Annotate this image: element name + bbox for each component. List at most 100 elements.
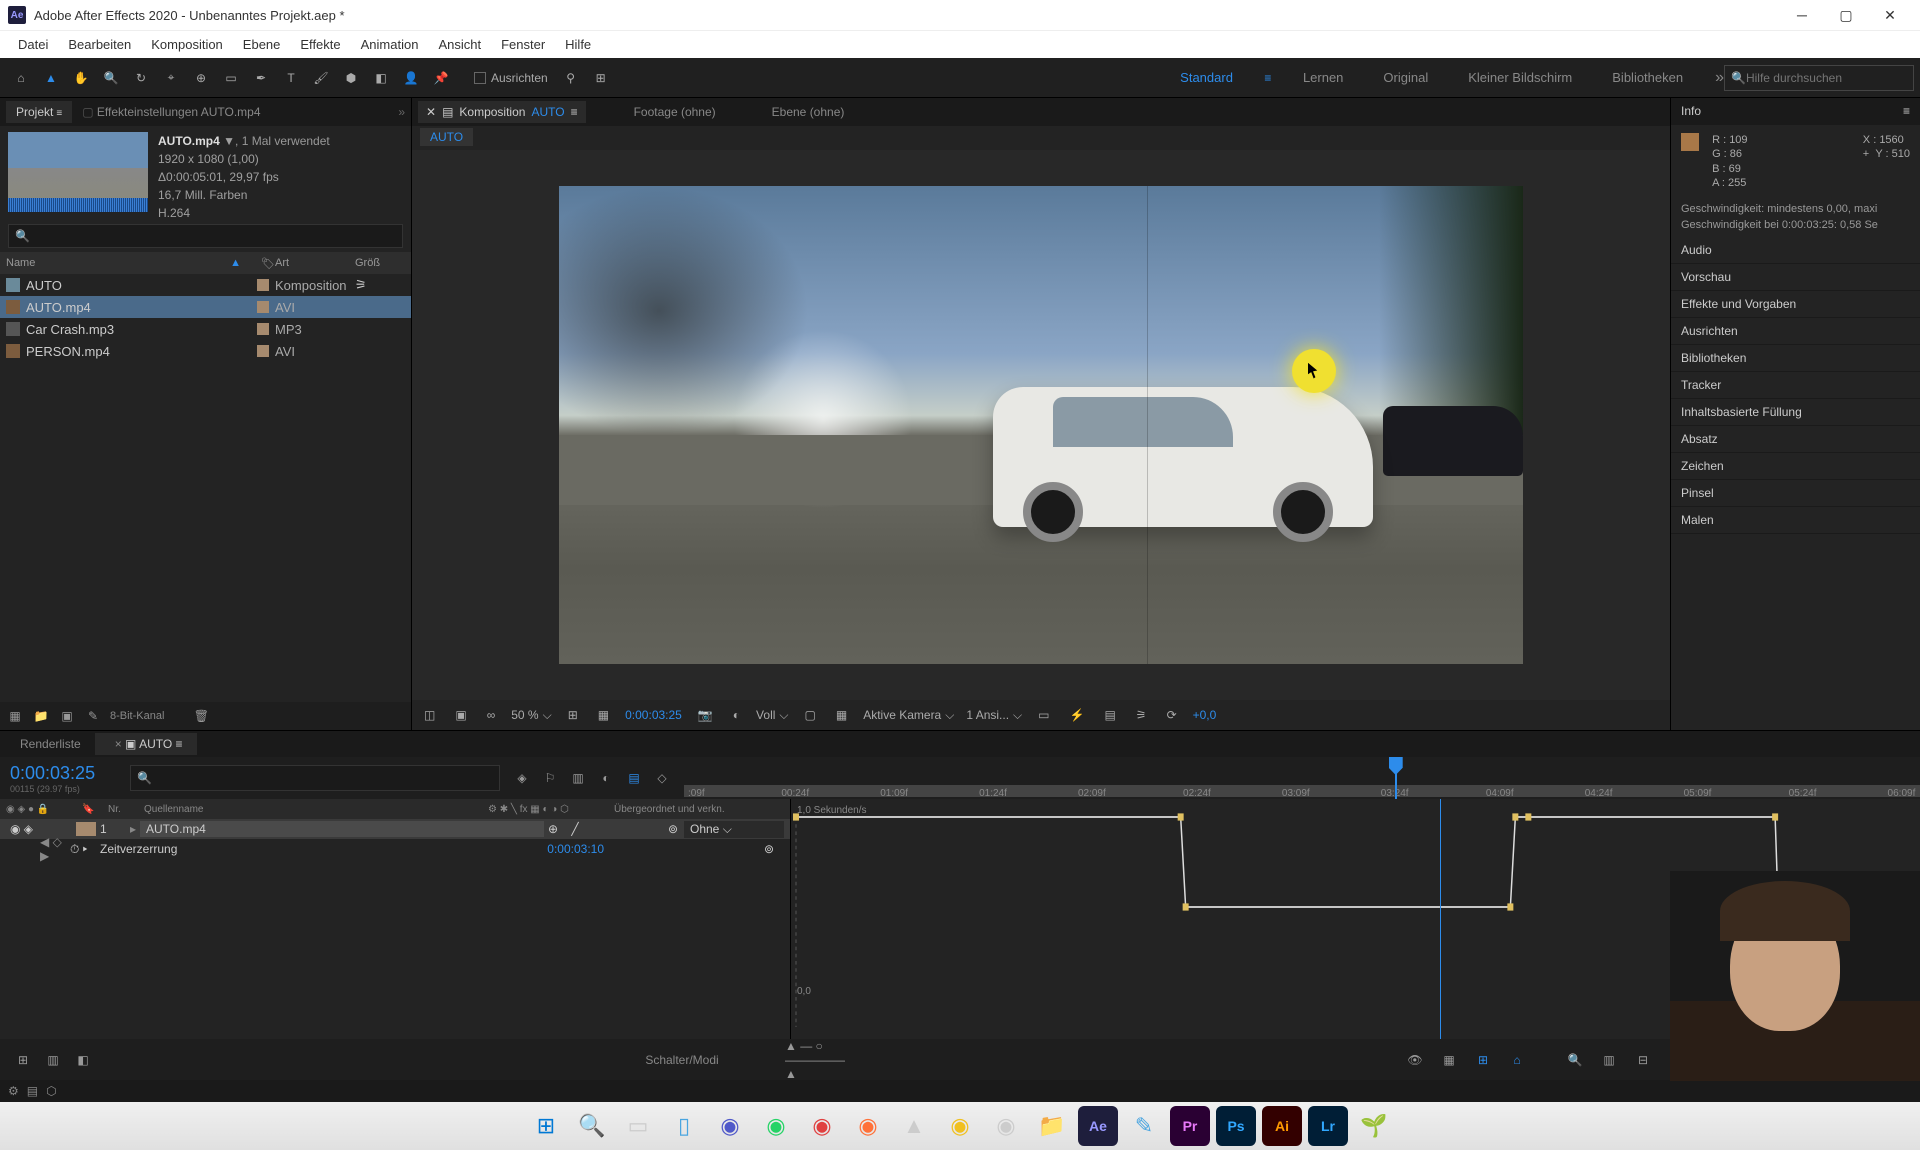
workspace-original[interactable]: Original bbox=[1369, 64, 1442, 91]
tab-renderliste[interactable]: Renderliste bbox=[6, 733, 95, 755]
menu-bearbeiten[interactable]: Bearbeiten bbox=[58, 33, 141, 56]
taskview-icon[interactable]: ▭ bbox=[618, 1106, 658, 1146]
eye-icon[interactable]: 👁 bbox=[1403, 1048, 1427, 1072]
stamp-tool[interactable]: ⬢ bbox=[338, 65, 364, 91]
workspace-menu-icon[interactable]: ≡ bbox=[1255, 65, 1281, 91]
hand-tool[interactable]: ✋ bbox=[68, 65, 94, 91]
timeline-search[interactable]: 🔍 bbox=[130, 765, 500, 791]
menu-hilfe[interactable]: Hilfe bbox=[555, 33, 601, 56]
comp-breadcrumb[interactable]: AUTO bbox=[420, 128, 473, 146]
views-select[interactable]: 1 Ansi... ⌵ bbox=[966, 708, 1022, 723]
sort-icon[interactable]: ▲ bbox=[230, 257, 241, 269]
transparency-icon[interactable]: ▦ bbox=[832, 706, 851, 724]
whatsapp-icon[interactable]: ◉ bbox=[756, 1106, 796, 1146]
resolution-select[interactable]: Voll ⌵ bbox=[756, 708, 788, 723]
mask-icon[interactable]: ▣ bbox=[451, 706, 470, 724]
camera-select[interactable]: Aktive Kamera ⌵ bbox=[863, 708, 954, 723]
status-clip-icon[interactable]: ▤ bbox=[27, 1084, 38, 1098]
menu-datei[interactable]: Datei bbox=[8, 33, 58, 56]
app-blue-icon[interactable]: ✎ bbox=[1124, 1106, 1164, 1146]
minimize-button[interactable]: ─ bbox=[1780, 0, 1824, 30]
info-panel-header[interactable]: Info≡ bbox=[1671, 98, 1920, 125]
list-item[interactable]: Car Crash.mp3MP3 bbox=[0, 318, 411, 340]
status-icon[interactable]: ⚙ bbox=[8, 1084, 19, 1098]
current-timecode[interactable]: 0:00:03:25 00115 (29.97 fps) bbox=[0, 763, 130, 794]
panel-menu-icon[interactable]: ≡ bbox=[1903, 104, 1910, 118]
autozoom-icon[interactable]: ⊞ bbox=[1471, 1048, 1495, 1072]
graph-editor-icon[interactable]: ▤ bbox=[624, 768, 644, 788]
brainstorm-icon[interactable]: ◇ bbox=[652, 768, 672, 788]
menu-animation[interactable]: Animation bbox=[351, 33, 429, 56]
tab-effekteinstellungen[interactable]: ▢ Effekteinstellungen AUTO.mp4 bbox=[72, 101, 270, 123]
selection-tool[interactable]: ▲ bbox=[38, 65, 64, 91]
close-button[interactable]: ✕ bbox=[1868, 0, 1912, 30]
snap-kf-icon[interactable]: ▦ bbox=[1437, 1048, 1461, 1072]
panel-bibliotheken[interactable]: Bibliotheken bbox=[1671, 345, 1920, 372]
orbit-tool[interactable]: ↻ bbox=[128, 65, 154, 91]
exposure-value[interactable]: +0,0 bbox=[1193, 708, 1217, 722]
tab-projekt[interactable]: Projekt≡ bbox=[6, 101, 72, 123]
property-value[interactable]: 0:00:03:10 bbox=[547, 842, 604, 856]
workspace-standard[interactable]: Standard bbox=[1166, 64, 1247, 91]
obs-icon[interactable]: ◉ bbox=[986, 1106, 1026, 1146]
brush-tool[interactable]: 🖌 bbox=[308, 65, 334, 91]
frame-blend-icon[interactable]: ▥ bbox=[568, 768, 588, 788]
taskbar-search-icon[interactable]: 🔍 bbox=[572, 1106, 612, 1146]
flowchart-icon[interactable]: ⚞ bbox=[355, 277, 405, 293]
graph-editor[interactable]: 1,0 Sekunden/s 0,0 bbox=[790, 799, 1920, 1039]
panel-zeichen[interactable]: Zeichen bbox=[1671, 453, 1920, 480]
edit-value-icon[interactable]: ⊟ bbox=[1631, 1048, 1655, 1072]
tab-close-icon[interactable]: × bbox=[115, 737, 122, 751]
menu-komposition[interactable]: Komposition bbox=[141, 33, 233, 56]
photoshop-icon[interactable]: Ps bbox=[1216, 1106, 1256, 1146]
toggle-switches-icon[interactable]: ⊞ bbox=[11, 1048, 35, 1072]
list-item[interactable]: PERSON.mp4AVI bbox=[0, 340, 411, 362]
after-effects-icon[interactable]: Ae bbox=[1078, 1106, 1118, 1146]
eraser-tool[interactable]: ◧ bbox=[368, 65, 394, 91]
workspace-kleiner[interactable]: Kleiner Bildschirm bbox=[1454, 64, 1586, 91]
list-item[interactable]: AUTOKomposition⚞ bbox=[0, 274, 411, 296]
viewer-timecode[interactable]: 0:00:03:25 bbox=[625, 708, 682, 722]
folder-icon[interactable]: 📁 bbox=[1032, 1106, 1072, 1146]
lightroom-icon[interactable]: Lr bbox=[1308, 1106, 1348, 1146]
roto-tool[interactable]: 👤 bbox=[398, 65, 424, 91]
composition-viewer[interactable] bbox=[559, 186, 1523, 664]
help-search-input[interactable] bbox=[1746, 71, 1907, 85]
grid-toggle-icon[interactable]: ⊞ bbox=[564, 706, 582, 724]
zoom-tool[interactable]: 🔍 bbox=[98, 65, 124, 91]
panel-absatz[interactable]: Absatz bbox=[1671, 426, 1920, 453]
rotate-tool[interactable]: ⌖ bbox=[158, 65, 184, 91]
menu-effekte[interactable]: Effekte bbox=[290, 33, 350, 56]
premiere-icon[interactable]: Pr bbox=[1170, 1106, 1210, 1146]
tab-footage[interactable]: Footage (ohne) bbox=[626, 101, 724, 123]
snap-icon[interactable]: ⚲ bbox=[558, 65, 584, 91]
roi-icon[interactable]: ▢ bbox=[801, 706, 820, 724]
panel-vorschau[interactable]: Vorschau bbox=[1671, 264, 1920, 291]
project-columns-header[interactable]: Name ▲ 🏷 Art Größ bbox=[0, 252, 411, 274]
app-red-icon[interactable]: ◉ bbox=[802, 1106, 842, 1146]
text-tool[interactable]: T bbox=[278, 65, 304, 91]
firefox-icon[interactable]: ◉ bbox=[848, 1106, 888, 1146]
flowchart2-icon[interactable]: ⚞ bbox=[1132, 706, 1151, 724]
sep-dim-icon[interactable]: ▥ bbox=[1597, 1048, 1621, 1072]
zoom-scroll[interactable]: ▲ — ○ ————— ▲ bbox=[803, 1048, 827, 1072]
panel-malen[interactable]: Malen bbox=[1671, 507, 1920, 534]
tab-menu-icon[interactable]: ≡ bbox=[571, 105, 578, 119]
3d-icon[interactable]: ∞ bbox=[483, 706, 500, 724]
timeline-ruler[interactable]: :09f 00:24f 01:09f 01:24f 02:09f 02:24f … bbox=[684, 757, 1920, 799]
zoom-select[interactable]: 50 % ⌵ bbox=[511, 708, 551, 723]
property-row[interactable]: ◀ ◇ ▶ ⏱ ▸ Zeitverzerrung 0:00:03:10 ⊚ bbox=[0, 839, 790, 859]
playhead[interactable] bbox=[1395, 757, 1397, 799]
fast-preview-icon[interactable]: ⚡ bbox=[1066, 706, 1089, 724]
dropdown-icon[interactable]: ▼ bbox=[223, 134, 235, 148]
workspace-bibliotheken[interactable]: Bibliotheken bbox=[1598, 64, 1697, 91]
frame-blend2-icon[interactable]: ▥ bbox=[41, 1048, 65, 1072]
anchor-tool[interactable]: ⊕ bbox=[188, 65, 214, 91]
panel-ausrichten[interactable]: Ausrichten bbox=[1671, 318, 1920, 345]
snapshot-icon[interactable]: 📷 bbox=[694, 706, 717, 724]
shy-icon[interactable]: ⚐ bbox=[540, 768, 560, 788]
tab-timeline-auto[interactable]: × ▣ AUTO ≡ bbox=[95, 733, 197, 755]
layer-mode-icon[interactable]: ◧ bbox=[71, 1048, 95, 1072]
panel-overflow-icon[interactable]: » bbox=[398, 105, 405, 119]
tab-ebene[interactable]: Ebene (ohne) bbox=[764, 101, 853, 123]
